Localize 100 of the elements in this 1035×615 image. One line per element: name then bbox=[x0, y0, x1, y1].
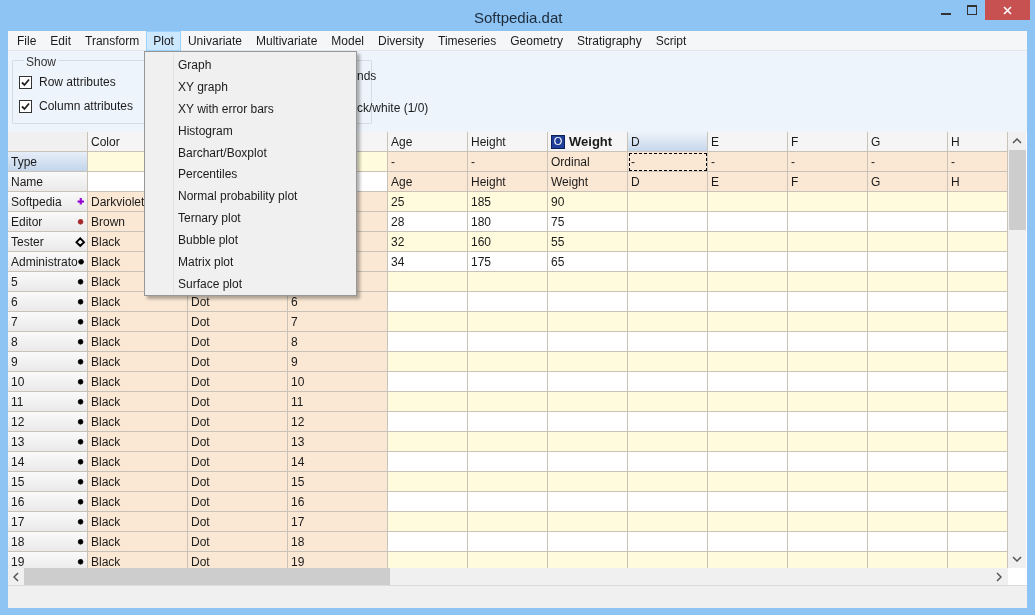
menu-item[interactable]: Multivariate bbox=[249, 31, 325, 51]
table-cell: 8 bbox=[288, 332, 388, 352]
menu-item[interactable]: Geometry bbox=[503, 31, 570, 51]
menu-item[interactable]: File bbox=[10, 31, 44, 51]
close-icon bbox=[1003, 5, 1012, 15]
checkbox[interactable] bbox=[19, 76, 32, 89]
row-marker: ● bbox=[77, 476, 84, 487]
menu-option[interactable]: XY graph bbox=[178, 75, 354, 98]
table-cell: 18 bbox=[288, 532, 388, 552]
maximize-icon bbox=[967, 5, 977, 15]
scroll-down-icon bbox=[1012, 556, 1022, 562]
row-header[interactable]: 15 bbox=[11, 472, 25, 491]
table-cell: Weight bbox=[548, 172, 628, 192]
menu-option[interactable]: XY with error bars bbox=[178, 97, 354, 120]
column-header[interactable]: G bbox=[868, 132, 948, 152]
menu-item[interactable]: Univariate bbox=[180, 31, 249, 51]
table-cell: Black bbox=[88, 492, 188, 512]
row-marker: ● bbox=[77, 336, 84, 347]
menu-item[interactable]: Timeseries bbox=[431, 31, 504, 51]
table-cell: H bbox=[948, 172, 1008, 192]
table-cell: Dot bbox=[188, 472, 288, 492]
column-label: D bbox=[631, 133, 640, 151]
table-cell: Dot bbox=[188, 552, 288, 568]
row-marker: ● bbox=[77, 356, 84, 367]
vertical-scrollbar[interactable] bbox=[1008, 132, 1026, 568]
checkbox[interactable] bbox=[19, 100, 32, 113]
table-cell: Black bbox=[88, 292, 188, 312]
column-header[interactable]: H bbox=[948, 132, 1008, 152]
table-cell: Black bbox=[88, 532, 188, 552]
checkbox-label: Column attributes bbox=[39, 99, 134, 114]
table-cell: Black bbox=[88, 472, 188, 492]
table-cell: Dot bbox=[188, 512, 288, 532]
table-cell: Dot bbox=[188, 412, 288, 432]
row-header[interactable]: 14 bbox=[11, 452, 25, 471]
menu-option[interactable]: Graph bbox=[178, 54, 354, 76]
row-marker: + bbox=[77, 196, 84, 207]
table-cell: 9 bbox=[288, 352, 388, 372]
checkbox-label: Row attributes bbox=[39, 75, 116, 90]
column-label: E bbox=[711, 133, 719, 151]
menu-item[interactable]: Stratigraphy bbox=[569, 31, 649, 51]
menu-option[interactable]: Percentiles bbox=[178, 163, 354, 186]
menu-item[interactable]: Model bbox=[324, 31, 372, 51]
row-header[interactable]: 12 bbox=[11, 412, 25, 431]
row-header[interactable]: 6 bbox=[11, 292, 18, 311]
row-header[interactable]: 7 bbox=[11, 312, 18, 331]
table-cell: Dot bbox=[188, 432, 288, 452]
menu-item[interactable]: Edit bbox=[43, 31, 79, 51]
table-cell: Dot bbox=[188, 312, 288, 332]
menu-item[interactable]: Diversity bbox=[371, 31, 432, 51]
row-header[interactable]: 17 bbox=[11, 512, 25, 531]
column-header[interactable]: O Weight bbox=[548, 132, 628, 152]
column-label: Height bbox=[471, 133, 506, 151]
table-cell: 160 bbox=[468, 232, 548, 252]
menu-item[interactable]: Script bbox=[648, 31, 694, 51]
ordinal-badge: O bbox=[551, 134, 565, 149]
table-cell: 175 bbox=[468, 252, 548, 272]
table-cell: 65 bbox=[548, 252, 628, 272]
row-header[interactable]: Name bbox=[8, 172, 88, 192]
row-header[interactable]: 16 bbox=[11, 492, 25, 511]
table-cell: Dot bbox=[188, 372, 288, 392]
table-cell: Height bbox=[468, 172, 548, 192]
menu-item[interactable]: Plot bbox=[146, 31, 181, 51]
column-header[interactable]: F bbox=[788, 132, 868, 152]
row-header[interactable]: 19 bbox=[11, 552, 25, 568]
table-cell: Dot bbox=[188, 532, 288, 552]
table-cell: Black bbox=[88, 432, 188, 452]
table-cell: 19 bbox=[288, 552, 388, 568]
row-header[interactable]: Editor bbox=[11, 212, 43, 231]
column-header[interactable]: Height bbox=[468, 132, 548, 152]
scroll-up-icon bbox=[1012, 138, 1022, 144]
row-header[interactable]: Tester bbox=[11, 232, 44, 251]
row-marker: ● bbox=[77, 496, 84, 507]
row-header[interactable]: Type bbox=[8, 152, 88, 172]
row-header[interactable]: 9 bbox=[11, 352, 18, 371]
menu-item[interactable]: Transform bbox=[78, 31, 147, 51]
row-header[interactable]: 10 bbox=[11, 372, 25, 391]
column-header[interactable]: D bbox=[628, 132, 708, 152]
option-label: ck/white (1/0) bbox=[357, 101, 429, 116]
row-header[interactable]: Softpedia bbox=[11, 192, 62, 211]
row-header[interactable]: 8 bbox=[11, 332, 18, 351]
row-header[interactable]: 11 bbox=[11, 392, 24, 411]
row-marker: ● bbox=[77, 516, 84, 527]
row-header[interactable]: 13 bbox=[11, 432, 25, 451]
row-marker: ● bbox=[77, 216, 84, 227]
option-label: nds bbox=[357, 69, 378, 84]
row-header[interactable]: 18 bbox=[11, 532, 25, 551]
column-header[interactable]: Age bbox=[388, 132, 468, 152]
table-cell: 14 bbox=[288, 452, 388, 472]
scrollbar-thumb[interactable] bbox=[1008, 150, 1026, 230]
table-cell: Black bbox=[88, 512, 188, 532]
table-cell: 90 bbox=[548, 192, 628, 212]
table-cell: - bbox=[628, 152, 708, 172]
table-cell: Black bbox=[88, 412, 188, 432]
scrollbar-thumb[interactable] bbox=[24, 568, 390, 585]
row-header[interactable]: 5 bbox=[11, 272, 18, 291]
table-cell: 185 bbox=[468, 192, 548, 212]
table-cell: Ordinal bbox=[548, 152, 628, 172]
row-header[interactable]: Administrato bbox=[11, 252, 78, 271]
column-header[interactable]: E bbox=[708, 132, 788, 152]
horizontal-scrollbar[interactable] bbox=[8, 568, 1008, 585]
